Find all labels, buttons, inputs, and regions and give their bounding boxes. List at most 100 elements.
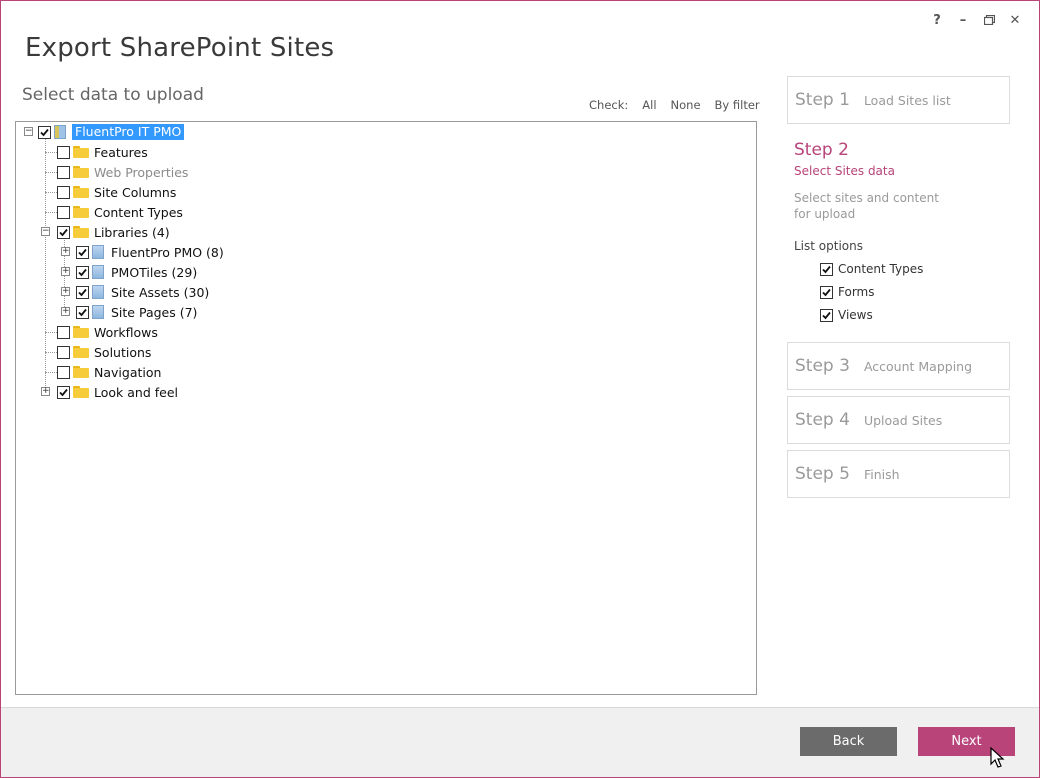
tree-item-label: Look and feel [94, 384, 178, 400]
tree-item-libraries[interactable]: Libraries (4) [57, 222, 170, 242]
section-subtitle: Select data to upload [22, 85, 204, 105]
check-by-filter-link[interactable]: By filter [715, 98, 760, 112]
checkbox-checked[interactable] [57, 385, 70, 399]
folder-icon [73, 146, 89, 158]
tree-item-label: Site Pages (7) [111, 304, 198, 320]
option-content-types[interactable]: Content Types [820, 262, 1014, 276]
folder-icon [73, 326, 89, 338]
tree-item-library[interactable]: FluentPro PMO (8) [76, 242, 224, 262]
tree-item-look-and-feel[interactable]: Look and feel [57, 382, 178, 402]
option-label: Content Types [838, 262, 924, 276]
step-number: Step 3 [795, 356, 850, 376]
checkbox-unchecked[interactable] [57, 185, 70, 199]
step-label: Load Sites list [863, 92, 951, 108]
check-all-link[interactable]: All [642, 98, 656, 112]
tree-item-label: Features [94, 144, 148, 160]
restore-icon[interactable] [976, 10, 1002, 30]
library-icon [92, 305, 104, 319]
close-icon[interactable]: ✕ [1002, 10, 1028, 30]
folder-icon [73, 386, 89, 398]
tree-connector [45, 332, 57, 333]
tree-item-workflows[interactable]: Workflows [57, 322, 158, 342]
tree-item-label: Content Types [94, 204, 183, 220]
folder-icon [73, 366, 89, 378]
tree-connector [45, 212, 57, 213]
tree-connector [45, 352, 57, 353]
checkbox-checked[interactable] [820, 308, 833, 322]
step-3[interactable]: Step 3 Account Mapping [787, 342, 1010, 390]
tree-item-library[interactable]: PMOTiles (29) [76, 262, 197, 282]
step-description: Select sites and content for upload [794, 190, 1014, 222]
expand-icon[interactable]: + [61, 287, 70, 296]
tree-connector [45, 372, 57, 373]
checkbox-checked[interactable] [820, 262, 833, 276]
checkbox-checked[interactable] [38, 125, 51, 139]
mouse-cursor-icon [990, 747, 1005, 768]
tree-item-label: FluentPro PMO (8) [111, 244, 224, 260]
checkbox-unchecked[interactable] [57, 145, 70, 159]
checkbox-checked[interactable] [820, 285, 833, 299]
tree-item-content-types[interactable]: Content Types [57, 202, 183, 222]
window-controls: ? – ✕ [924, 10, 1028, 30]
checkbox-checked[interactable] [76, 245, 89, 259]
expand-icon[interactable]: + [41, 387, 50, 396]
collapse-icon[interactable]: − [41, 227, 50, 236]
tree-item-web-properties[interactable]: Web Properties [57, 162, 188, 182]
tree-connector [45, 172, 57, 173]
collapse-icon[interactable]: − [24, 127, 33, 136]
help-icon[interactable]: ? [924, 10, 950, 30]
tree-item-features[interactable]: Features [57, 142, 148, 162]
step-label: Select Sites data [794, 164, 895, 178]
step-4[interactable]: Step 4 Upload Sites [787, 396, 1010, 444]
folder-icon [73, 226, 89, 238]
tree-item-label: PMOTiles (29) [111, 264, 198, 280]
tree-root-label: FluentPro IT PMO [72, 124, 185, 140]
folder-icon [73, 186, 89, 198]
folder-icon [73, 166, 89, 178]
tree-item-navigation[interactable]: Navigation [57, 362, 161, 382]
expand-icon[interactable]: + [61, 247, 70, 256]
option-label: Forms [838, 285, 875, 299]
library-icon [92, 245, 104, 259]
step-number: Step 5 [795, 464, 850, 484]
back-button[interactable]: Back [800, 727, 897, 756]
tree-item-library[interactable]: Site Pages (7) [76, 302, 197, 322]
check-none-link[interactable]: None [671, 98, 701, 112]
list-options-title: List options [794, 239, 863, 253]
check-label: Check: [589, 98, 629, 112]
step-5[interactable]: Step 5 Finish [787, 450, 1010, 498]
checkbox-checked[interactable] [76, 305, 89, 319]
library-icon [92, 265, 104, 279]
checkbox-unchecked[interactable] [57, 205, 70, 219]
step-label: Upload Sites [863, 412, 943, 428]
data-tree[interactable]: − FluentPro IT PMO Features Web Properti… [15, 121, 757, 695]
site-icon [54, 125, 66, 139]
tree-item-solutions[interactable]: Solutions [57, 342, 151, 362]
expand-icon[interactable]: + [61, 307, 70, 316]
minimize-icon[interactable]: – [950, 10, 976, 30]
checkbox-checked[interactable] [57, 225, 70, 239]
checkbox-unchecked[interactable] [57, 325, 70, 339]
tree-item-label: Web Properties [94, 164, 189, 180]
step-description-line: Select sites and content [794, 191, 939, 205]
checkbox-unchecked[interactable] [57, 365, 70, 379]
tree-root[interactable]: FluentPro IT PMO [38, 122, 185, 142]
library-icon [92, 285, 104, 299]
tree-item-site-columns[interactable]: Site Columns [57, 182, 176, 202]
tree-connector [45, 152, 57, 153]
checkbox-unchecked[interactable] [57, 345, 70, 359]
tree-item-label: Libraries (4) [94, 224, 170, 240]
tree-connector [45, 138, 46, 392]
step-number: Step 4 [795, 410, 850, 430]
checkbox-checked[interactable] [76, 285, 89, 299]
option-views[interactable]: Views [820, 308, 1014, 322]
tree-item-library[interactable]: Site Assets (30) [76, 282, 209, 302]
checkbox-checked[interactable] [76, 265, 89, 279]
expand-icon[interactable]: + [61, 267, 70, 276]
tree-connector [45, 192, 57, 193]
step-1[interactable]: Step 1 Load Sites list [787, 76, 1010, 124]
tree-item-label: Site Assets (30) [111, 284, 210, 300]
page-title: Export SharePoint Sites [25, 33, 335, 63]
option-forms[interactable]: Forms [820, 285, 1014, 299]
checkbox-unchecked[interactable] [57, 165, 70, 179]
